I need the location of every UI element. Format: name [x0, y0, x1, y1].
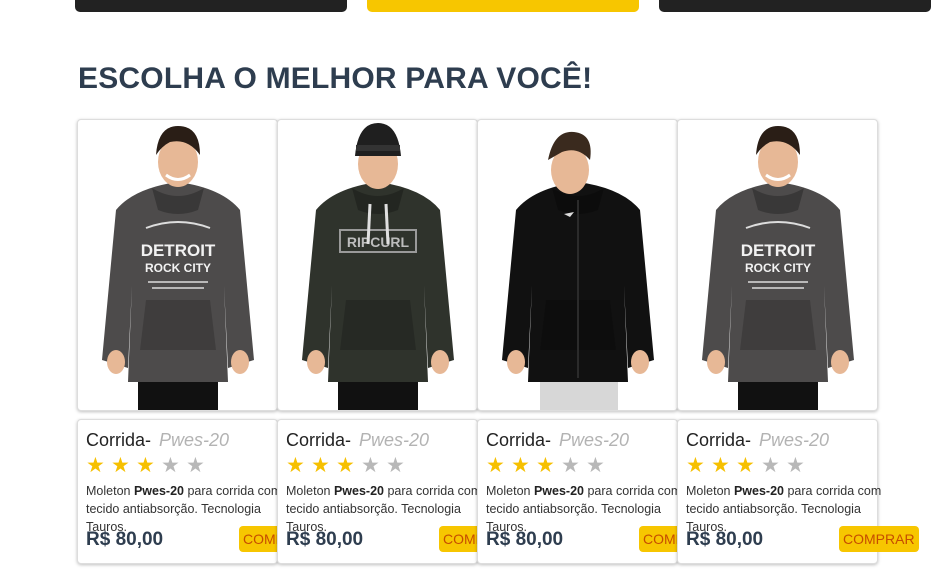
product-category: Corrida- [486, 430, 552, 450]
product-card: DETROIT ROCK CITY Corrida- Pwes-20 ★ ★ ★ ★ ★ M… [677, 119, 919, 564]
product-price: R$ 80,00 [486, 529, 564, 550]
product-price: R$ 80,00 [286, 529, 364, 550]
top-nav-button-left[interactable] [75, 0, 347, 12]
product-image[interactable] [477, 119, 678, 411]
buy-button[interactable]: COMPRAR [439, 526, 477, 552]
star-empty-icon: ★ [386, 454, 405, 477]
star-filled-icon: ★ [336, 454, 355, 477]
star-filled-icon: ★ [711, 454, 730, 477]
product-model: Pwes-20 [759, 430, 830, 450]
top-nav-button-center[interactable] [367, 0, 639, 12]
product-title: Corrida- Pwes-20 [686, 430, 829, 451]
star-filled-icon: ★ [86, 454, 105, 477]
star-filled-icon: ★ [686, 454, 705, 477]
product-rating: ★ ★ ★ ★ ★ [86, 455, 211, 477]
star-filled-icon: ★ [511, 454, 530, 477]
star-filled-icon: ★ [311, 454, 330, 477]
top-nav-button-right[interactable] [659, 0, 931, 12]
product-price: R$ 80,00 [686, 529, 764, 550]
star-empty-icon: ★ [761, 454, 780, 477]
star-empty-icon: ★ [161, 454, 180, 477]
product-info: Corrida- Pwes-20 ★ ★ ★ ★ ★ Moleton Pwes-20 pa… [277, 419, 478, 564]
star-filled-icon: ★ [736, 454, 755, 477]
product-rating: ★ ★ ★ ★ ★ [486, 455, 611, 477]
product-title: Corrida- Pwes-20 [86, 430, 229, 451]
product-info: Corrida- Pwes-20 ★ ★ ★ ★ ★ Moleton Pwes-20 pa… [477, 419, 678, 564]
product-rating: ★ ★ ★ ★ ★ [286, 455, 411, 477]
product-rating: ★ ★ ★ ★ ★ [686, 455, 811, 477]
product-title: Corrida- Pwes-20 [286, 430, 429, 451]
star-empty-icon: ★ [361, 454, 380, 477]
product-title: Corrida- Pwes-20 [486, 430, 629, 451]
hoodie-photo: DETROITROCK CITY [102, 126, 254, 410]
product-model: Pwes-20 [559, 430, 630, 450]
product-image[interactable]: DETROIT ROCK CITY [677, 119, 878, 411]
svg-text:ROCK CITY: ROCK CITY [145, 261, 211, 275]
svg-text:DETROIT: DETROIT [741, 241, 816, 260]
star-filled-icon: ★ [286, 454, 305, 477]
product-category: Corrida- [86, 430, 152, 450]
star-empty-icon: ★ [586, 454, 605, 477]
star-empty-icon: ★ [786, 454, 805, 477]
product-model: Pwes-20 [159, 430, 230, 450]
hoodie-photo [502, 131, 654, 410]
product-category: Corrida- [286, 430, 352, 450]
product-image[interactable]: RIPCURL [277, 119, 478, 411]
product-model: Pwes-20 [359, 430, 430, 450]
product-image[interactable]: DETROIT ROCK CITY [77, 119, 278, 411]
section-title: ESCOLHA O MELHOR PARA VOCÊ! [78, 62, 593, 95]
product-card: Corrida- Pwes-20 ★ ★ ★ ★ ★ Moleton Pwes-20 pa… [477, 119, 678, 564]
svg-text:ROCK CITY: ROCK CITY [745, 261, 811, 275]
product-card: DETROIT ROCK CITY Corrida- Pwes-20 ★ ★ ★ ★ ★ M… [77, 119, 278, 564]
star-filled-icon: ★ [136, 454, 155, 477]
star-filled-icon: ★ [486, 454, 505, 477]
product-info: Corrida- Pwes-20 ★ ★ ★ ★ ★ Moleton Pwes-20 pa… [77, 419, 278, 564]
product-category: Corrida- [686, 430, 752, 450]
star-filled-icon: ★ [111, 454, 130, 477]
buy-button[interactable]: COMPRAR [839, 526, 919, 552]
svg-text:DETROIT: DETROIT [141, 241, 216, 260]
buy-button[interactable]: COMPRAR [239, 526, 277, 552]
star-filled-icon: ★ [536, 454, 555, 477]
product-price: R$ 80,00 [86, 529, 164, 550]
hoodie-photo: RIPCURL [302, 123, 454, 410]
svg-text:RIPCURL: RIPCURL [347, 234, 410, 250]
product-card: RIPCURL Corrida- Pwes-20 ★ ★ ★ ★ ★ Moleton Pw… [277, 119, 478, 564]
buy-button[interactable]: COMPRAR [639, 526, 677, 552]
star-empty-icon: ★ [186, 454, 205, 477]
product-info: Corrida- Pwes-20 ★ ★ ★ ★ ★ Moleton Pwes-20 pa… [677, 419, 919, 564]
star-empty-icon: ★ [561, 454, 580, 477]
hoodie-photo: DETROITROCK CITY [702, 126, 854, 410]
